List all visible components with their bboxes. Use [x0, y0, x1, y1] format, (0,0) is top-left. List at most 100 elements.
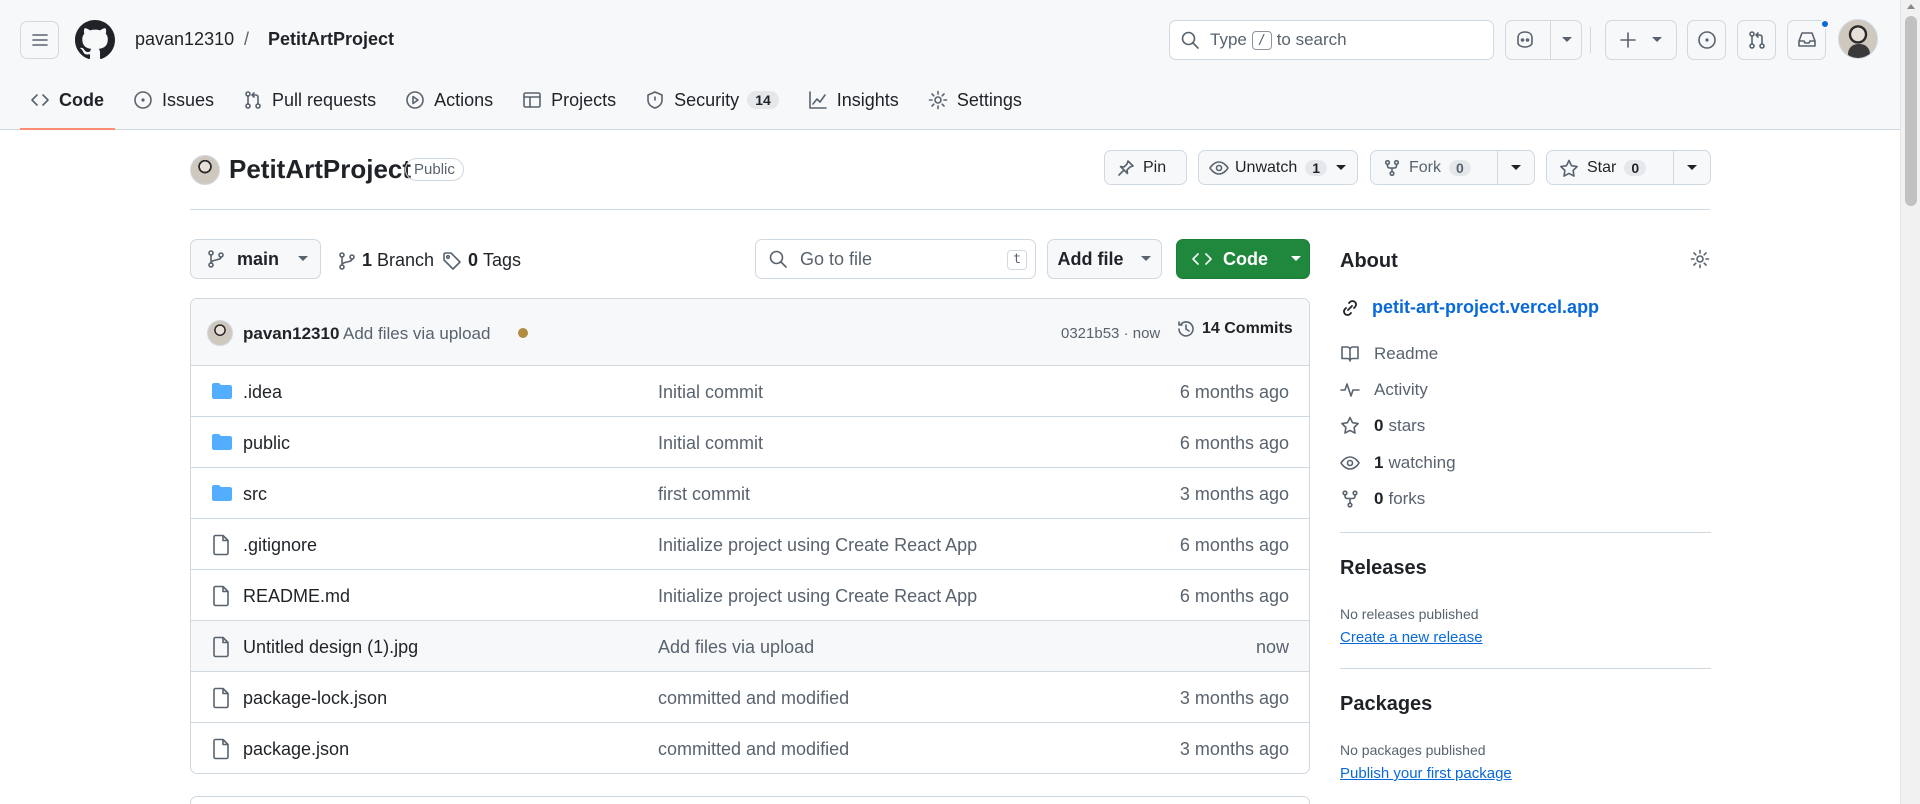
file-row[interactable]: Untitled design (1).jpg Add files via upl… — [191, 621, 1309, 672]
fork-dropdown[interactable] — [1498, 164, 1534, 172]
file-name[interactable]: .idea — [243, 382, 282, 403]
file-commit-message[interactable]: Initial commit — [658, 433, 763, 454]
forks-label: forks — [1388, 489, 1426, 508]
file-name[interactable]: README.md — [243, 586, 350, 607]
stars-label: stars — [1388, 416, 1426, 435]
file-name[interactable]: package-lock.json — [243, 688, 387, 709]
watch-count: 1 — [1305, 159, 1328, 176]
file-commit-message[interactable]: Add files via upload — [658, 637, 814, 658]
table-icon — [523, 92, 541, 108]
file-row[interactable]: .gitignore Initialize project using Creat… — [191, 519, 1309, 570]
activity-link[interactable]: Activity — [1340, 380, 1428, 400]
page-scrollbar[interactable] — [1900, 0, 1920, 804]
star-list-dropdown[interactable] — [1674, 164, 1710, 172]
fork-count: 0 — [1449, 159, 1471, 176]
file-commit-message[interactable]: first commit — [658, 484, 750, 505]
tab-pull-requests-label: Pull requests — [272, 89, 377, 110]
branches-link[interactable]: 1 Branch — [338, 250, 434, 271]
github-logo-icon[interactable] — [75, 20, 115, 60]
go-to-file-input[interactable]: Go to file t — [755, 239, 1036, 279]
code-button[interactable]: Code — [1176, 239, 1310, 279]
go-to-file-placeholder: Go to file — [800, 248, 873, 269]
code-button-label: Code — [1223, 248, 1268, 269]
commit-status-dot[interactable] — [518, 328, 528, 338]
scrollbar-thumb[interactable] — [1905, 16, 1917, 206]
breadcrumb-repo[interactable]: PetitArtProject — [268, 29, 394, 50]
watchers-link[interactable]: 1 watching — [1340, 453, 1456, 473]
homepage-url[interactable]: petit-art-project.vercel.app — [1372, 297, 1599, 318]
tab-actions[interactable]: Actions — [395, 82, 504, 118]
tab-security-label: Security — [674, 89, 740, 110]
file-commit-message[interactable]: Initialize project using Create React Ap… — [658, 535, 977, 556]
create-release-link[interactable]: Create a new release — [1340, 629, 1483, 646]
file-commit-message[interactable]: committed and modified — [658, 688, 849, 709]
file-row[interactable]: src first commit 3 months ago — [191, 468, 1309, 519]
file-name[interactable]: src — [243, 484, 267, 505]
star-button[interactable]: Star 0 — [1546, 150, 1711, 185]
tab-issues[interactable]: Issues — [123, 82, 225, 118]
file-row[interactable]: .idea Initial commit 6 months ago — [191, 366, 1309, 417]
tab-settings[interactable]: Settings — [918, 82, 1033, 118]
tab-security[interactable]: Security 14 — [635, 82, 790, 118]
file-commit-time: 3 months ago — [1179, 688, 1289, 708]
folder-icon — [212, 434, 232, 450]
file-commit-message[interactable]: committed and modified — [658, 739, 849, 760]
file-row[interactable]: package.json committed and modified 3 mont… — [191, 723, 1309, 773]
commits-link[interactable]: 14 Commits — [1176, 319, 1293, 339]
edit-about-button[interactable] — [1690, 249, 1710, 269]
unwatch-button[interactable]: Unwatch 1 — [1198, 150, 1358, 185]
readme-link[interactable]: Readme — [1340, 344, 1438, 364]
stars-link[interactable]: 0 stars — [1340, 416, 1425, 436]
commit-sha[interactable]: 0321b53 · now — [1061, 325, 1160, 342]
file-row[interactable]: public Initial commit 6 months ago — [191, 417, 1309, 468]
user-avatar[interactable] — [1838, 19, 1878, 59]
add-file-button[interactable]: Add file — [1047, 239, 1162, 279]
file-commit-message[interactable]: Initial commit — [658, 382, 763, 403]
search-input[interactable]: Type / to search — [1169, 20, 1494, 60]
pin-button[interactable]: Pin — [1104, 150, 1187, 185]
file-commit-time: 6 months ago — [1179, 586, 1289, 606]
file-name[interactable]: package.json — [243, 739, 349, 760]
commit-author[interactable]: pavan12310 — [243, 324, 339, 344]
breadcrumb-owner[interactable]: pavan12310 — [135, 29, 234, 50]
forks-link[interactable]: 0 forks — [1340, 489, 1425, 509]
your-pull-requests-button[interactable] — [1737, 20, 1776, 60]
tab-projects[interactable]: Projects — [512, 82, 627, 118]
homepage-link[interactable]: petit-art-project.vercel.app — [1340, 297, 1599, 318]
file-commit-time: 3 months ago — [1179, 484, 1289, 504]
file-type-icon — [211, 687, 231, 709]
issue-opened-icon — [1697, 31, 1716, 49]
your-issues-button[interactable] — [1687, 20, 1726, 60]
file-row[interactable]: README.md Initialize project using Create… — [191, 570, 1309, 621]
open-menu-button[interactable] — [20, 21, 59, 59]
tab-code[interactable]: Code — [20, 82, 115, 130]
star-count: 0 — [1624, 159, 1647, 176]
watching-label: watching — [1388, 453, 1456, 472]
branch-selector[interactable]: main — [190, 239, 321, 279]
publish-package-link[interactable]: Publish your first package — [1340, 765, 1512, 782]
repo-title[interactable]: PetitArtProject — [229, 154, 411, 185]
file-name[interactable]: .gitignore — [243, 535, 317, 556]
latest-commit-bar: pavan12310 Add files via upload 0321b53 … — [191, 299, 1309, 366]
pin-icon — [1118, 159, 1134, 176]
repo-owner-avatar[interactable] — [190, 155, 220, 185]
commit-author-avatar[interactable] — [207, 320, 233, 346]
file-commit-message[interactable]: Initialize project using Create React Ap… — [658, 586, 977, 607]
tab-insights[interactable]: Insights — [798, 82, 910, 118]
tags-link[interactable]: 0 Tags — [442, 250, 521, 271]
file-row[interactable]: package-lock.json committed and modified 3… — [191, 672, 1309, 723]
branch-label: Branch — [377, 250, 435, 270]
file-name[interactable]: Untitled design (1).jpg — [243, 637, 418, 658]
fork-button[interactable]: Fork 0 — [1370, 150, 1535, 185]
releases-empty-text: No releases published — [1340, 606, 1479, 622]
releases-title[interactable]: Releases — [1340, 557, 1427, 580]
commit-message[interactable]: Add files via upload — [343, 324, 490, 344]
packages-title[interactable]: Packages — [1340, 693, 1432, 716]
scroll-up-arrow-icon[interactable] — [1907, 4, 1915, 9]
star-label: Star — [1587, 158, 1617, 176]
file-type-icon — [211, 432, 233, 452]
copilot-button[interactable] — [1505, 20, 1582, 60]
create-new-button[interactable] — [1605, 20, 1677, 60]
file-name[interactable]: public — [243, 433, 290, 454]
tab-pull-requests[interactable]: Pull requests — [233, 82, 387, 118]
